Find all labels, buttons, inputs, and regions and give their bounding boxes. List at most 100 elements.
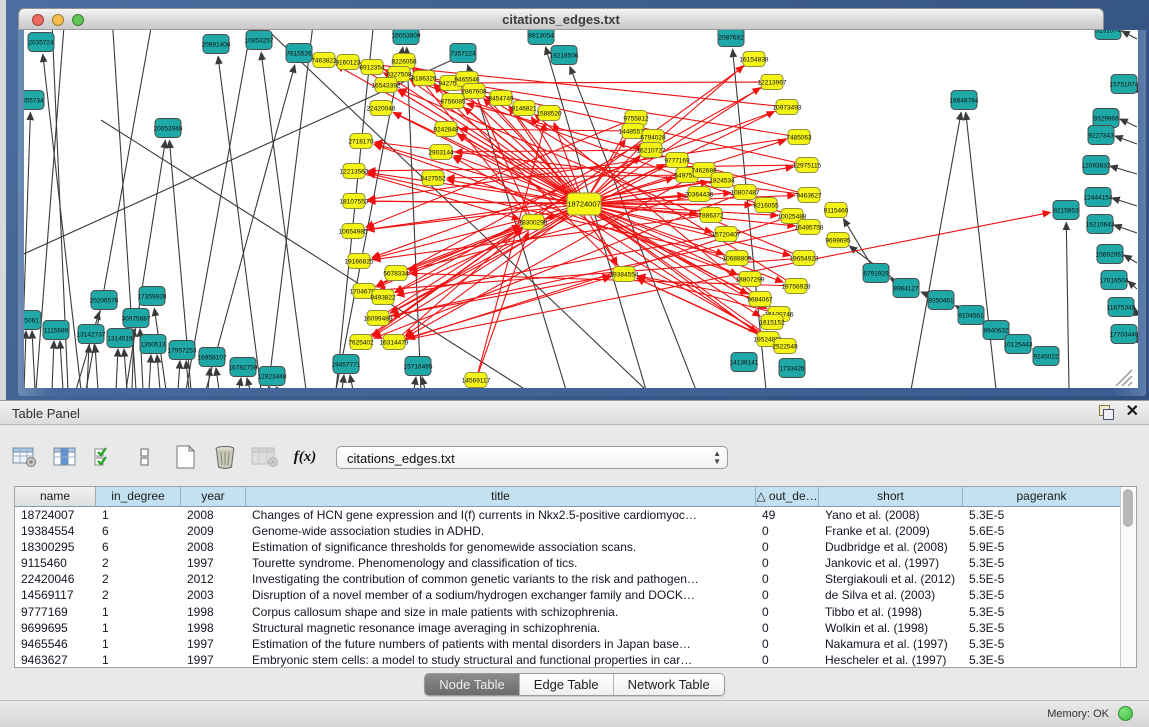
table-row[interactable]: 977716911998Corpus callosum shape and si… [15, 604, 1121, 620]
table-row[interactable]: 2242004622012Investigating the contribut… [15, 571, 1121, 587]
float-panel-icon[interactable] [1098, 404, 1114, 420]
graph-node-label: 16495758 [795, 224, 824, 231]
table-cell: Dudbridge et al. (2008) [819, 539, 963, 555]
network-canvas[interactable]: 1872400774638229160123891235482260589327… [24, 30, 1138, 388]
delete-column-icon[interactable] [250, 442, 280, 472]
column-header-pagerank[interactable]: pagerank [963, 487, 1121, 507]
table-cell: 18724007 [15, 507, 96, 523]
delete-table-icon[interactable] [210, 442, 240, 472]
citation-network-graph[interactable]: 1872400774638229160123891235482260589327… [24, 30, 1138, 388]
graph-node-label: 9493822 [370, 294, 396, 301]
graph-node-label: 16154838 [740, 56, 769, 63]
graph-node-label: 9160123 [335, 59, 361, 66]
select-columns-icon[interactable] [90, 442, 120, 472]
graph-node-label: 19218506 [550, 52, 579, 59]
table-cell: Yano et al. (2008) [819, 507, 963, 523]
graph-node-label: 11675349 [1107, 304, 1136, 311]
graph-node-label: 8756085 [440, 98, 466, 105]
column-header-year[interactable]: year [181, 487, 246, 507]
column-header-in_degree[interactable]: in_degree [96, 487, 181, 507]
graph-node-label: 8186328 [411, 75, 437, 82]
table-panel: Table Panel ✕ [0, 400, 1149, 727]
graph-node-label: 12093832 [1082, 162, 1111, 169]
table-cell: 1 [96, 604, 181, 620]
tab-edge-table[interactable]: Edge Table [520, 674, 614, 695]
table-cell: 2008 [181, 539, 246, 555]
graph-node-label: 8226058 [391, 58, 417, 65]
graph-node-label: 1115689 [44, 327, 69, 334]
table-select-dropdown[interactable]: citations_edges.txt ▲▼ [336, 446, 728, 469]
table-cell: 0 [756, 652, 819, 668]
table-header-row: namein_degreeyeartitle△ out_de…shortpage… [15, 487, 1121, 507]
table-cell: 6 [96, 523, 181, 539]
table-cell: 0 [756, 523, 819, 539]
table-row[interactable]: 1456911722003Disruption of a novel membe… [15, 587, 1121, 603]
tab-node-table[interactable]: Node Table [425, 674, 520, 695]
graph-node-label: 7463822 [311, 57, 337, 64]
table-cell: Stergiakouli et al. (2012) [819, 571, 963, 587]
table-cell: 9115460 [15, 555, 96, 571]
graph-node-label: 9245022 [1033, 353, 1059, 360]
column-header-out_de[interactable]: △ out_de… [756, 487, 819, 507]
graph-node-label: 19654923 [790, 255, 819, 262]
column-header-title[interactable]: title [246, 487, 756, 507]
row-height-icon[interactable] [130, 442, 160, 472]
table-row[interactable]: 911546021997Tourette syndrome. Phenomeno… [15, 555, 1121, 571]
table-cell: Estimation of significance thresholds fo… [246, 539, 756, 555]
graph-node-label: 15751074 [1110, 81, 1138, 88]
show-columns-icon[interactable] [50, 442, 80, 472]
table-cell: 2003 [181, 587, 246, 603]
table-row[interactable]: 946554611997Estimation of the future num… [15, 636, 1121, 652]
graph-node-label: 10853257 [245, 37, 274, 44]
table-row[interactable]: 946362711997Embryonic stem cells: a mode… [15, 652, 1121, 668]
graph-node-label: 1314519 [107, 335, 133, 342]
graph-node-label: 5191074 [1095, 30, 1121, 34]
function-builder-icon[interactable]: f(x) [290, 442, 320, 472]
graph-node-label: 2522549 [772, 343, 798, 350]
table-row[interactable]: 1938455462009Genome-wide association stu… [15, 523, 1121, 539]
close-panel-icon[interactable]: ✕ [1126, 404, 1139, 420]
table-cell: 49 [756, 507, 819, 523]
new-table-icon[interactable] [170, 442, 200, 472]
graph-node-label: 2055734 [24, 97, 44, 104]
table-cell: 0 [756, 620, 819, 636]
graph-node-label: 16782759 [229, 364, 258, 371]
graph-node-label: 12923448 [258, 373, 287, 380]
graph-node-label: 9684067 [747, 296, 773, 303]
table-row[interactable]: 1830029562008Estimation of significance … [15, 539, 1121, 555]
table-cell: 2 [96, 555, 181, 571]
table-row[interactable]: 969969511998Structural magnetic resonanc… [15, 620, 1121, 636]
memory-ok-indicator[interactable] [1118, 706, 1133, 721]
network-window-frame: 1872400774638229160123891235482260589327… [18, 30, 1146, 396]
column-header-name[interactable]: name [15, 487, 96, 507]
graph-node-label: 18724007 [567, 199, 600, 208]
graph-node-label: 9104561 [958, 312, 984, 319]
table-cell: de Silva et al. (2003) [819, 587, 963, 603]
graph-node-label: 16648784 [950, 97, 979, 104]
network-window-titlebar[interactable]: citations_edges.txt [18, 8, 1104, 30]
graph-node-label: 19166825 [345, 258, 374, 265]
graph-node-label: 7625402 [348, 339, 374, 346]
graph-node-label: 6791929 [863, 270, 889, 277]
graph-node-label: 8912354 [359, 64, 385, 71]
tab-network-table[interactable]: Network Table [614, 674, 724, 695]
table-row[interactable]: 1872400712008Changes of HCN gene express… [15, 507, 1121, 523]
table-cell: Corpus callosum shape and size in male p… [246, 604, 756, 620]
table-vertical-scrollbar[interactable] [1120, 487, 1136, 667]
graph-node-label: 8216055 [753, 202, 779, 209]
graph-node-label: 20206576 [90, 297, 119, 304]
graph-node-label: 1824534 [709, 177, 735, 184]
graph-node-label: 16210727 [637, 147, 666, 154]
graph-node-label: 2087682 [718, 34, 744, 41]
column-header-short[interactable]: short [819, 487, 963, 507]
graph-node-label: 16543392 [372, 82, 401, 89]
table-cell: Tibbo et al. (1998) [819, 604, 963, 620]
table-cell: Tourette syndrome. Phenomenology and cla… [246, 555, 756, 571]
scrollbar-thumb[interactable] [1123, 489, 1133, 527]
graph-node-label: 20364436 [685, 191, 714, 198]
table-mode-icon[interactable] [10, 442, 40, 472]
graph-node-label: 7485063 [786, 134, 812, 141]
graph-node-label: 14569117 [462, 377, 491, 384]
resize-grip-icon[interactable] [1128, 382, 1132, 386]
table-cell: Structural magnetic resonance image aver… [246, 620, 756, 636]
